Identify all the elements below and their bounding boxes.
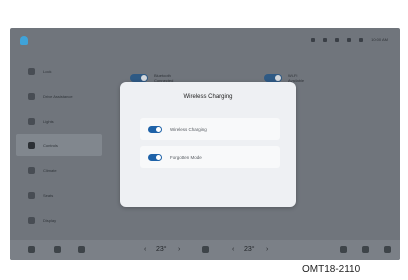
display-icon bbox=[28, 216, 35, 224]
left-temp-increase[interactable]: › bbox=[178, 244, 180, 255]
dialog-title: Wireless Charging bbox=[183, 94, 233, 100]
wifi-icon bbox=[323, 38, 328, 42]
bluetooth-icon bbox=[311, 38, 316, 42]
wireless-charging-option[interactable]: Wireless Charging bbox=[140, 118, 280, 140]
sidebar-item-lights[interactable]: Lights bbox=[16, 110, 102, 132]
option-label: Wireless Charging bbox=[170, 126, 207, 132]
sidebar-item-label: Display bbox=[43, 217, 57, 223]
steering-assist-icon bbox=[28, 92, 35, 100]
forgotten-mode-option[interactable]: Forgotten Mode bbox=[140, 146, 280, 168]
sidebar-item-label: Climate bbox=[43, 167, 57, 173]
settings-icon bbox=[359, 38, 364, 42]
wifi-toggle[interactable] bbox=[264, 74, 282, 82]
bluetooth-toggle[interactable] bbox=[130, 74, 148, 82]
music-icon[interactable] bbox=[340, 246, 347, 253]
forgotten-mode-toggle[interactable] bbox=[148, 153, 162, 161]
sidebar: Lock Drive Assistance Lights Controls Cl… bbox=[10, 54, 104, 240]
infotainment-screen: 10:00 AM Lock Drive Assistance Lights Co… bbox=[10, 28, 400, 260]
sidebar-item-lock[interactable]: Lock bbox=[16, 60, 102, 82]
apps-icon[interactable] bbox=[384, 246, 391, 253]
app-logo-icon bbox=[20, 36, 28, 45]
light-icon bbox=[28, 117, 35, 125]
status-icons: 10:00 AM bbox=[311, 38, 388, 42]
media-icon[interactable] bbox=[54, 246, 61, 253]
signal-icon bbox=[335, 38, 340, 42]
sidebar-item-label: Controls bbox=[43, 142, 58, 148]
sidebar-item-label: Lock bbox=[43, 68, 52, 74]
controls-icon bbox=[28, 141, 35, 149]
right-temp-value: 23° bbox=[244, 246, 255, 253]
sidebar-item-seats[interactable]: Seats bbox=[16, 184, 102, 206]
right-temp-increase[interactable]: › bbox=[266, 244, 268, 255]
sidebar-item-drive-assistance[interactable]: Drive Assistance bbox=[16, 85, 102, 107]
left-temp-decrease[interactable]: ‹ bbox=[144, 244, 146, 255]
home-icon[interactable] bbox=[28, 246, 35, 253]
lte-icon bbox=[347, 38, 352, 42]
left-temp-value: 23° bbox=[156, 246, 167, 253]
seat-icon bbox=[28, 191, 35, 199]
sidebar-item-label: Drive Assistance bbox=[43, 93, 73, 99]
fan-icon[interactable] bbox=[202, 246, 209, 253]
sidebar-item-label: Lights bbox=[43, 118, 54, 124]
bottom-bar: ‹ 23° › ‹ 23° › bbox=[10, 240, 400, 260]
right-temp-decrease[interactable]: ‹ bbox=[232, 244, 234, 255]
fan-icon bbox=[28, 166, 35, 174]
status-time: 10:00 AM bbox=[371, 37, 388, 42]
sidebar-item-display[interactable]: Display bbox=[16, 209, 102, 231]
sidebar-item-climate[interactable]: Climate bbox=[16, 159, 102, 181]
seat-heat-icon[interactable] bbox=[78, 246, 85, 253]
wireless-charging-toggle[interactable] bbox=[148, 125, 162, 133]
navigation-icon[interactable] bbox=[362, 246, 369, 253]
lock-icon bbox=[28, 67, 35, 75]
wireless-charging-dialog: Wireless Charging Wireless Charging Forg… bbox=[120, 82, 296, 207]
status-bar: 10:00 AM bbox=[10, 28, 400, 54]
figure-code: OMT18-2110 bbox=[302, 264, 361, 275]
sidebar-item-label: Seats bbox=[43, 192, 54, 198]
option-label: Forgotten Mode bbox=[170, 154, 202, 160]
sidebar-item-controls[interactable]: Controls bbox=[16, 134, 102, 156]
